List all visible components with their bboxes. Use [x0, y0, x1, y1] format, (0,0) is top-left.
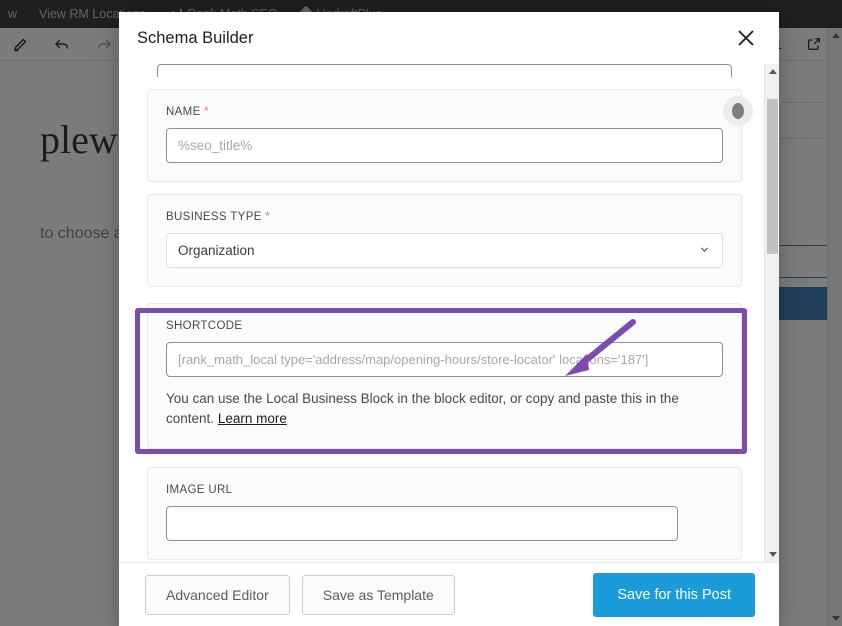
previous-field-partial — [157, 64, 732, 77]
save-as-template-button[interactable]: Save as Template — [301, 574, 455, 615]
required-asterisk-business-type: * — [261, 211, 271, 223]
field-label-text-name: NAME — [166, 106, 201, 118]
close-icon[interactable] — [729, 21, 763, 55]
modal-body-wrapper: NAME * %seo_title% BUSINESS TYPE * Organ… — [119, 64, 779, 562]
field-card-shortcode: SHORTCODE [rank_math_local type='address… — [147, 303, 742, 449]
field-label-text-business-type: BUSINESS TYPE — [166, 211, 262, 223]
field-label-shortcode: SHORTCODE — [166, 320, 243, 332]
modal-header: Schema Builder — [119, 12, 779, 64]
modal-body: NAME * %seo_title% BUSINESS TYPE * Organ… — [119, 64, 764, 562]
modal-scroll-up-icon[interactable] — [765, 64, 779, 79]
field-card-image-url: IMAGE URL — [147, 466, 742, 560]
shortcode-help-text: You can use the Local Business Block in … — [166, 389, 723, 430]
field-card-business-type: BUSINESS TYPE * Organization — [147, 194, 742, 287]
modal-scroll-thumb[interactable] — [767, 99, 778, 254]
name-input[interactable]: %seo_title% — [166, 128, 723, 163]
modal-scrollbar[interactable] — [764, 64, 779, 562]
modal-title: Schema Builder — [137, 28, 254, 47]
shortcode-input[interactable]: [rank_math_local type='address/map/openi… — [166, 342, 723, 377]
required-asterisk-name: * — [200, 106, 210, 118]
business-type-value: Organization — [178, 243, 255, 258]
modal-scroll-down-icon[interactable] — [765, 547, 779, 562]
business-type-select[interactable]: Organization — [166, 233, 723, 268]
field-label-name: NAME * — [166, 106, 723, 118]
advanced-editor-button[interactable]: Advanced Editor — [145, 574, 290, 615]
save-for-this-post-button[interactable]: Save for this Post — [593, 572, 755, 617]
toggle-switch[interactable] — [723, 96, 753, 126]
field-label-business-type: BUSINESS TYPE * — [166, 211, 723, 223]
schema-builder-modal: Schema Builder NAME * %seo_title% BUSINE… — [119, 12, 779, 626]
field-card-name: NAME * %seo_title% — [147, 89, 753, 182]
image-url-input[interactable] — [166, 505, 678, 541]
chevron-down-icon — [698, 243, 711, 259]
learn-more-link[interactable]: Learn more — [218, 411, 287, 426]
field-label-image-url: IMAGE URL — [166, 483, 233, 496]
modal-footer: Advanced Editor Save as Template Save fo… — [119, 562, 779, 626]
